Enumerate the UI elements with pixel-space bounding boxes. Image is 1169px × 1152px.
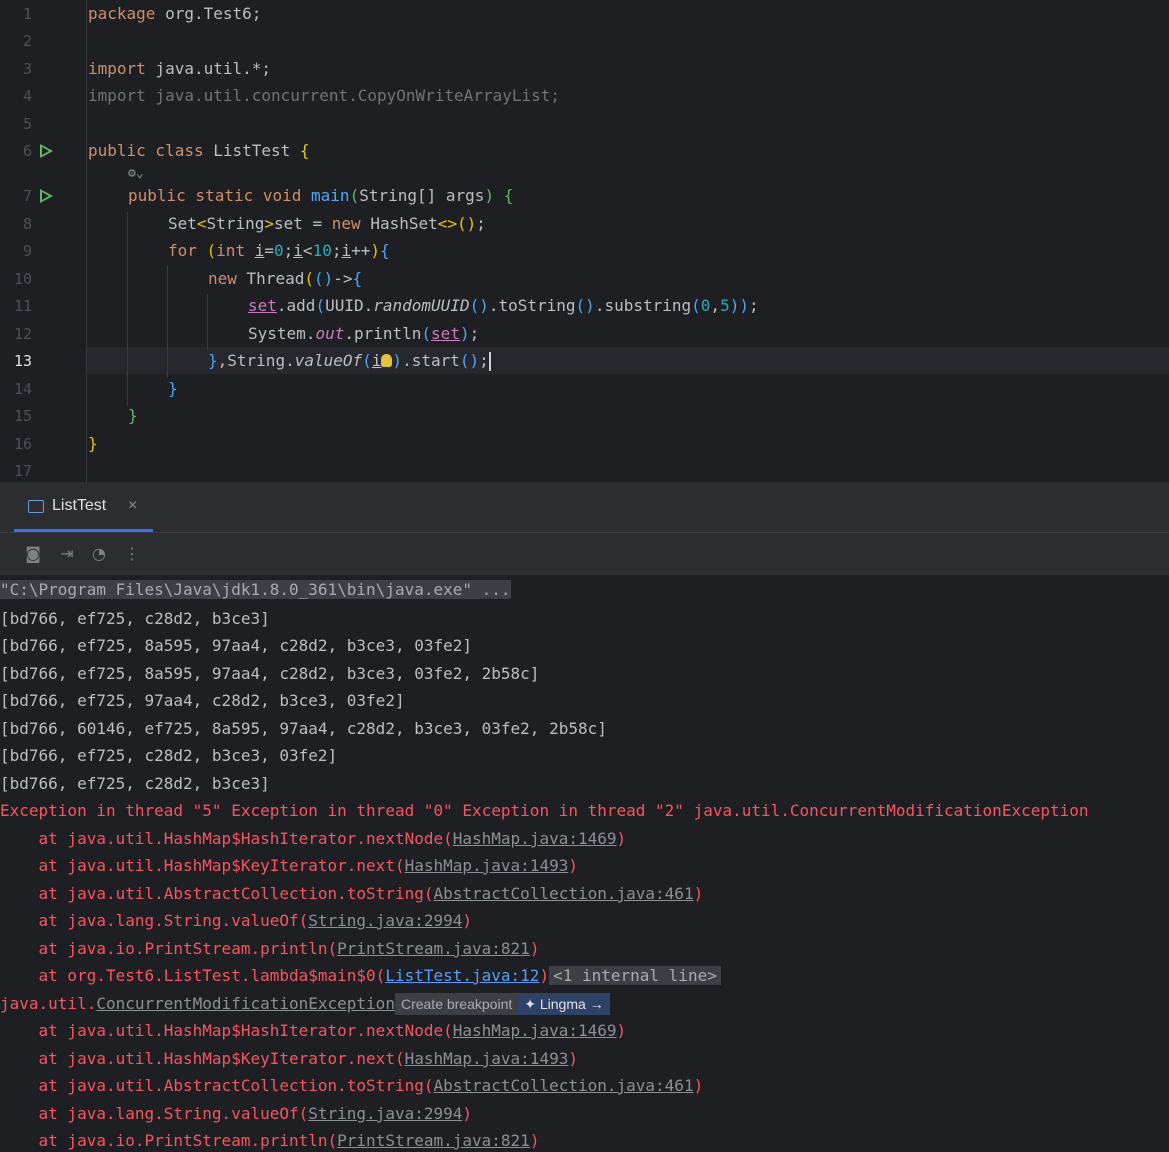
gutter-separator — [86, 0, 87, 482]
stack-trace-line: at java.util.HashMap$HashIterator.nextNo… — [0, 1021, 627, 1040]
code-line-16[interactable]: } — [88, 433, 98, 455]
console-icon — [28, 500, 44, 513]
line-number-current: 13 — [13, 352, 32, 370]
line-number: 15 — [13, 407, 32, 425]
source-link[interactable]: HashMap.java:1493 — [405, 1049, 569, 1068]
internal-lines-fold[interactable]: <1 internal line> — [549, 966, 721, 985]
lingma-icon: ✦ — [524, 996, 540, 1012]
code-line-4[interactable]: import java.util.concurrent.CopyOnWriteA… — [88, 85, 560, 107]
stack-trace-line: at java.util.HashMap$HashIterator.nextNo… — [0, 829, 627, 848]
stack-trace-line: at java.util.AbstractCollection.toString… — [0, 884, 704, 903]
source-link[interactable]: HashMap.java:1469 — [453, 829, 617, 848]
line-number: 3 — [22, 60, 32, 78]
line-number: 4 — [22, 87, 32, 105]
run-tab-bar: ListTest × — [0, 482, 1169, 533]
exception-header: Exception in thread "5" Exception in thr… — [0, 801, 1089, 820]
stack-trace-line: at java.lang.String.valueOf(String.java:… — [0, 1104, 473, 1123]
indent-guide — [127, 212, 128, 405]
console-output-line: [bd766, ef725, c28d2, b3ce3] — [0, 609, 270, 628]
console-output-line: [bd766, ef725, 8a595, 97aa4, c28d2, b3ce… — [0, 664, 540, 683]
source-link[interactable]: HashMap.java:1469 — [453, 1021, 617, 1040]
indent-guide — [207, 294, 208, 350]
intention-bulb-icon[interactable] — [381, 354, 393, 367]
close-icon[interactable]: × — [128, 497, 137, 515]
stack-trace-line: at java.util.HashMap$KeyIterator.next(Ha… — [0, 1049, 578, 1068]
line-number: 10 — [13, 270, 32, 288]
code-line-10[interactable]: new Thread(()->{ — [208, 268, 362, 290]
exit-icon[interactable]: ⇥ — [58, 545, 76, 563]
indent-guide — [167, 266, 168, 378]
code-line-8[interactable]: Set<String>set = new HashSet<>(); — [168, 213, 486, 235]
code-editor[interactable]: 1 2 3 4 5 6 7 8 9 10 11 12 13 14 15 16 1… — [0, 0, 1169, 482]
source-link[interactable]: AbstractCollection.java:461 — [433, 1076, 693, 1095]
code-line-3[interactable]: import java.util.*; — [88, 58, 271, 80]
tab-label: ListTest — [52, 497, 107, 514]
run-class-icon[interactable] — [40, 144, 53, 158]
exception-line-2: java.util.ConcurrentModificationExceptio… — [0, 993, 610, 1015]
source-link[interactable]: PrintStream.java:821 — [337, 939, 530, 958]
text-caret — [488, 352, 491, 371]
run-tool-window: ListTest × ▏ ◙ ⇥ ◔ ⋮ "C:\Program Files\J… — [0, 482, 1169, 1152]
code-line-14[interactable]: } — [168, 378, 178, 400]
console-output-line: [bd766, ef725, 97aa4, c28d2, b3ce3, 03fe… — [0, 691, 405, 710]
source-link[interactable]: PrintStream.java:821 — [337, 1131, 530, 1150]
stop-icon[interactable]: ▏ — [0, 545, 2, 563]
stack-trace-line-user: at org.Test6.ListTest.lambda$main$0(List… — [0, 965, 721, 987]
stack-trace-line: at java.lang.String.valueOf(String.java:… — [0, 911, 473, 930]
arrow-right-icon: → — [589, 996, 604, 1012]
console-output-line: [bd766, ef725, c28d2, b3ce3] — [0, 774, 270, 793]
exception-class-link[interactable]: ConcurrentModificationException — [96, 994, 395, 1013]
code-line-6[interactable]: public class ListTest { — [88, 140, 310, 162]
line-number: 11 — [13, 297, 32, 315]
console-output-line: [bd766, 60146, ef725, 8a595, 97aa4, c28d… — [0, 719, 607, 738]
ai-assistant-icon[interactable]: ⚙⌄ — [128, 166, 144, 181]
line-number: 8 — [22, 215, 32, 233]
console-command-line[interactable]: "C:\Program Files\Java\jdk1.8.0_361\bin\… — [0, 579, 511, 601]
line-number: 16 — [13, 435, 32, 453]
code-line-13[interactable]: },String.valueOf(i).start(); — [208, 350, 491, 372]
tab-listtest[interactable]: ListTest × — [14, 482, 153, 532]
stack-trace-line: at java.io.PrintStream.println(PrintStre… — [0, 939, 540, 958]
code-line-12[interactable]: System.out.println(set); — [248, 323, 479, 345]
console-output-line: [bd766, ef725, c28d2, b3ce3, 03fe2] — [0, 746, 338, 765]
line-number: 12 — [13, 325, 32, 343]
source-link-user[interactable]: ListTest.java:12 — [385, 966, 539, 985]
code-line-7[interactable]: public static void main(String[] args) { — [128, 185, 513, 207]
stack-trace-line: at java.util.AbstractCollection.toString… — [0, 1076, 704, 1095]
profiler-icon[interactable]: ◔ — [90, 545, 108, 563]
code-line-11[interactable]: set.add(UUID.randomUUID().toString().sub… — [248, 295, 759, 317]
camera-icon[interactable]: ◙ — [24, 545, 42, 563]
line-number: 7 — [22, 187, 32, 205]
code-line-9[interactable]: for (int i=0;i<10;i++){ — [168, 240, 390, 262]
code-line-15[interactable]: } — [128, 405, 138, 427]
stack-trace-line: at java.io.PrintStream.println(PrintStre… — [0, 1131, 540, 1150]
line-number: 17 — [13, 462, 32, 480]
run-toolbar: ▏ ◙ ⇥ ◔ ⋮ — [0, 533, 1169, 575]
line-number: 14 — [13, 380, 32, 398]
source-link[interactable]: AbstractCollection.java:461 — [433, 884, 693, 903]
source-link[interactable]: HashMap.java:1493 — [405, 856, 569, 875]
line-number: 5 — [22, 115, 32, 133]
line-number: 2 — [22, 32, 32, 50]
console-output-line: [bd766, ef725, 8a595, 97aa4, c28d2, b3ce… — [0, 636, 473, 655]
create-breakpoint-button[interactable]: Create breakpoint — [394, 993, 519, 1015]
stack-trace-line: at java.util.HashMap$KeyIterator.next(Ha… — [0, 856, 578, 875]
line-number: 9 — [22, 242, 32, 260]
line-number: 1 — [22, 5, 32, 23]
code-line-1[interactable]: package org.Test6; — [88, 3, 261, 25]
more-icon[interactable]: ⋮ — [123, 545, 141, 563]
source-link[interactable]: String.java:2994 — [308, 911, 462, 930]
run-main-icon[interactable] — [40, 189, 53, 203]
source-link[interactable]: String.java:2994 — [308, 1104, 462, 1123]
line-number: 6 — [22, 142, 32, 160]
lingma-button[interactable]: ✦ Lingma → — [518, 993, 610, 1015]
active-tab-indicator — [14, 529, 153, 532]
